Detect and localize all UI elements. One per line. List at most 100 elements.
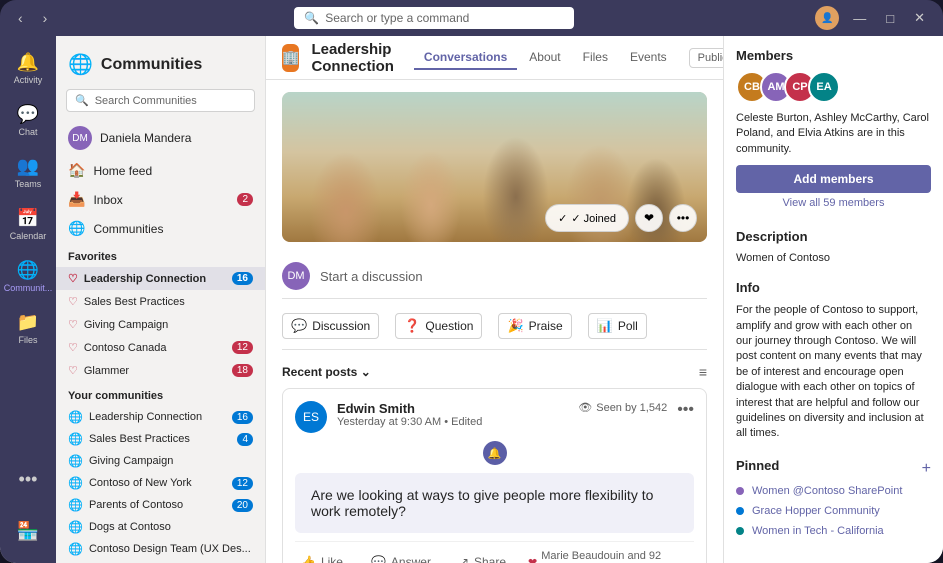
- members-avatars: CB AM CP EA: [736, 71, 931, 103]
- joined-button[interactable]: ✓ ✓ Joined: [545, 204, 629, 232]
- check-icon: ✓: [558, 212, 567, 225]
- nav-item-activity[interactable]: 🔔 Activity: [4, 44, 52, 92]
- sidebar-header: 🌐 Communities: [56, 44, 265, 85]
- community-item-2[interactable]: 🌐 Giving Campaign: [56, 450, 265, 472]
- poll-button[interactable]: 📊 Poll: [588, 313, 647, 339]
- answer-button[interactable]: 💬 Answer: [365, 551, 437, 563]
- title-bar-nav: ‹ ›: [12, 8, 53, 28]
- hero-overlay: ✓ ✓ Joined ❤ •••: [545, 204, 697, 232]
- tab-conversations[interactable]: Conversations: [414, 46, 517, 70]
- minimize-button[interactable]: —: [847, 9, 872, 28]
- nav-item-files[interactable]: 📁 Files: [4, 304, 52, 352]
- question-icon: ❓: [404, 318, 420, 334]
- nav-item-teams[interactable]: 👥 Teams: [4, 148, 52, 196]
- window-controls: 👤 — □ ✕: [815, 6, 931, 30]
- favorite-label-contoso-canada: Contoso Canada: [84, 342, 167, 354]
- community-item-6[interactable]: 🌐 Contoso Design Team (UX Des...: [56, 538, 265, 560]
- hero-heart-button[interactable]: ❤: [635, 204, 663, 232]
- recent-posts-label[interactable]: Recent posts ⌄: [282, 365, 371, 379]
- pinned-item-0[interactable]: Women @Contoso SharePoint: [736, 481, 931, 501]
- nav-item-calendar[interactable]: 📅 Calendar: [4, 200, 52, 248]
- post-actions: 👍 Like 💬 Answer ↗ Share ❤: [295, 541, 694, 563]
- favorite-item-leadership[interactable]: ♡ Leadership Connection 16: [56, 267, 265, 290]
- hero-more-button[interactable]: •••: [669, 204, 697, 232]
- favorite-item-contoso-canada[interactable]: ♡ Contoso Canada 12: [56, 336, 265, 359]
- favorite-label-leadership: Leadership Connection: [84, 273, 206, 285]
- activity-icon: 🔔: [17, 52, 39, 73]
- community-badge-1: 4: [237, 433, 253, 446]
- community-label-6: Contoso Design Team (UX Des...: [89, 543, 251, 555]
- sidebar-user[interactable]: DM Daniela Mandera: [56, 120, 265, 156]
- device-frame: ‹ › 🔍 Search or type a command 👤 — □ ✕ 🔔…: [0, 0, 943, 563]
- favorite-item-sales[interactable]: ♡ Sales Best Practices: [56, 290, 265, 313]
- nav-item-more[interactable]: •••: [4, 455, 52, 503]
- discussion-button[interactable]: 💬 Discussion: [282, 313, 379, 339]
- search-placeholder: Search or type a command: [325, 11, 469, 25]
- pinned-item-1[interactable]: Grace Hopper Community: [736, 501, 931, 521]
- pinned-dot-2: [736, 527, 744, 535]
- user-avatar-titlebar[interactable]: 👤: [815, 6, 839, 30]
- public-badge[interactable]: Public: [689, 48, 723, 68]
- chat-icon: 💬: [17, 104, 39, 125]
- tab-events[interactable]: Events: [620, 46, 677, 70]
- question-label: Question: [425, 319, 473, 333]
- forward-button[interactable]: ›: [37, 8, 54, 28]
- community-item-0[interactable]: 🌐 Leadership Connection 16: [56, 406, 265, 428]
- post-more-button[interactable]: •••: [677, 401, 694, 419]
- community-item-3[interactable]: 🌐 Contoso of New York 12: [56, 472, 265, 494]
- community-item-5[interactable]: 🌐 Dogs at Contoso: [56, 516, 265, 538]
- sidebar-search-bar[interactable]: 🔍 Search Communities: [66, 89, 255, 112]
- pinned-dot-1: [736, 507, 744, 515]
- view-all-members-link[interactable]: View all 59 members: [736, 193, 931, 213]
- community-icon-0: 🌐: [68, 410, 83, 424]
- channel-tabs: Conversations About Files Events: [414, 46, 677, 70]
- channel-logo: 🏢: [282, 44, 299, 72]
- communities-link-label: Communities: [93, 222, 163, 236]
- sidebar-title: Communities: [101, 56, 202, 74]
- post-header: ES Edwin Smith Yesterday at 9:30 AM • Ed…: [295, 401, 694, 433]
- pinned-item-2[interactable]: Women in Tech - California: [736, 521, 931, 541]
- praise-icon: 🎉: [507, 318, 523, 334]
- favorite-item-glammer[interactable]: ♡ Glammer 18: [56, 359, 265, 382]
- pinned-label-1: Grace Hopper Community: [752, 505, 880, 517]
- like-icon: 👍: [301, 555, 316, 563]
- sidebar-link-inbox[interactable]: 📥 Inbox 2: [56, 185, 265, 214]
- sidebar-link-home[interactable]: 🏠 Home feed: [56, 156, 265, 185]
- nav-item-communities[interactable]: 🌐 Communit...: [4, 252, 52, 300]
- tab-files[interactable]: Files: [573, 46, 618, 70]
- discussion-icon: 💬: [291, 318, 307, 334]
- home-icon: 🏠: [68, 162, 85, 179]
- nav-item-store[interactable]: 🏪: [4, 507, 52, 555]
- praise-button[interactable]: 🎉 Praise: [498, 313, 571, 339]
- pinned-add-button[interactable]: +: [922, 460, 931, 478]
- filter-icon[interactable]: ≡: [699, 364, 707, 380]
- question-button[interactable]: ❓ Question: [395, 313, 482, 339]
- favorite-badge-contoso-canada: 12: [232, 341, 253, 354]
- post-type-buttons: 💬 Discussion ❓ Question 🎉 Praise 📊 Poll: [282, 307, 707, 350]
- like-button[interactable]: 👍 Like: [295, 551, 349, 563]
- share-button[interactable]: ↗ Share: [453, 551, 512, 563]
- add-members-button[interactable]: Add members: [736, 165, 931, 193]
- maximize-button[interactable]: □: [880, 9, 900, 28]
- chevron-down-icon: ⌄: [361, 365, 371, 379]
- sidebar-link-communities[interactable]: 🌐 Communities: [56, 214, 265, 243]
- start-discussion[interactable]: DM Start a discussion: [282, 254, 707, 299]
- community-item-4[interactable]: 🌐 Parents of Contoso 20: [56, 494, 265, 516]
- community-item-1[interactable]: 🌐 Sales Best Practices 4: [56, 428, 265, 450]
- start-discussion-text: Start a discussion: [320, 269, 423, 284]
- favorite-item-giving[interactable]: ♡ Giving Campaign: [56, 313, 265, 336]
- member-avatar-3[interactable]: EA: [808, 71, 840, 103]
- main-content: 🏢 Leadership Connection Conversations Ab…: [266, 36, 723, 563]
- tab-about[interactable]: About: [519, 46, 570, 70]
- description-section: Description Women of Contoso: [736, 229, 931, 264]
- heart-icon-hero: ❤: [644, 211, 654, 225]
- back-button[interactable]: ‹: [12, 8, 29, 28]
- sidebar: 🌐 Communities 🔍 Search Communities DM Da…: [56, 36, 266, 563]
- title-bar-search-area[interactable]: 🔍 Search or type a command: [294, 7, 574, 29]
- poll-icon: 📊: [597, 318, 613, 334]
- communities-sidebar-icon: 🌐: [68, 52, 93, 77]
- nav-item-chat[interactable]: 💬 Chat: [4, 96, 52, 144]
- sidebar-search-placeholder: Search Communities: [95, 95, 197, 107]
- recent-posts-text: Recent posts: [282, 365, 357, 379]
- close-button[interactable]: ✕: [908, 8, 931, 28]
